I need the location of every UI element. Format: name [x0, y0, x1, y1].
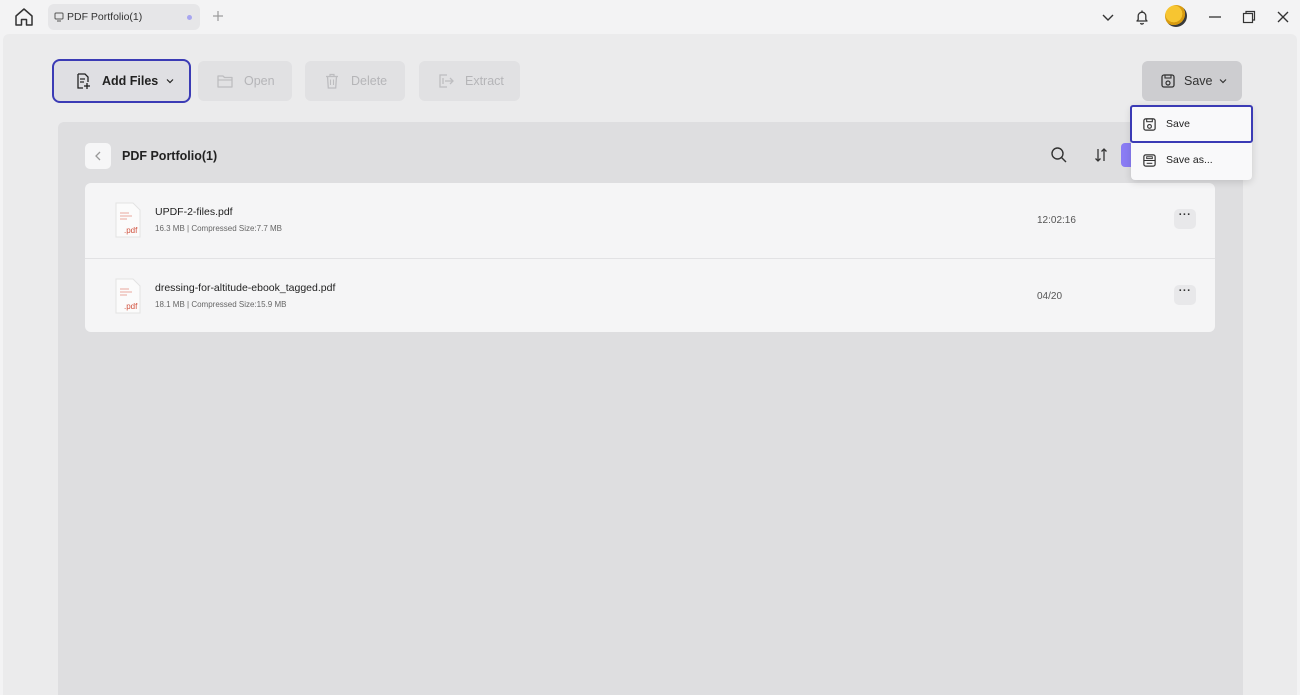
- close-icon[interactable]: [1274, 8, 1292, 26]
- add-file-icon: [74, 72, 92, 90]
- document-icon: [54, 12, 64, 22]
- chevron-left-icon: [95, 151, 101, 161]
- tab-pdf-portfolio[interactable]: PDF Portfolio(1): [48, 4, 200, 30]
- chevron-down-icon: [1219, 77, 1227, 85]
- pdf-file-icon: .pdf: [114, 202, 142, 238]
- folder-icon: [216, 72, 234, 90]
- save-icon: [1142, 117, 1157, 132]
- menu-item-label: Save as...: [1166, 154, 1213, 166]
- svg-text:.pdf: .pdf: [124, 302, 138, 311]
- add-files-label: Add Files: [102, 74, 159, 88]
- extract-label: Extract: [465, 74, 504, 88]
- home-icon[interactable]: [12, 6, 36, 28]
- extract-icon: [437, 72, 455, 90]
- svg-text:.pdf: .pdf: [124, 226, 138, 235]
- menu-item-save-as[interactable]: Save as...: [1131, 142, 1252, 178]
- restore-icon[interactable]: [1240, 8, 1258, 26]
- file-list: .pdf UPDF-2-files.pdf 16.3 MB | Compress…: [85, 183, 1215, 332]
- chevron-down-icon: [166, 77, 174, 85]
- more-options-button[interactable]: ···: [1174, 285, 1196, 305]
- file-date: 04/20: [1037, 291, 1063, 302]
- open-label: Open: [244, 74, 275, 88]
- bell-icon[interactable]: [1133, 8, 1151, 26]
- tab-label: PDF Portfolio(1): [67, 11, 143, 23]
- file-size: 16.3 MB | Compressed Size:7.7 MB: [155, 224, 283, 233]
- search-icon[interactable]: [1050, 146, 1068, 164]
- add-files-button[interactable]: Add Files: [52, 59, 191, 103]
- avatar[interactable]: [1165, 5, 1187, 27]
- save-as-icon: [1142, 153, 1157, 168]
- portfolio-panel: PDF Portfolio(1) .pdf UPDF-2-files.pdf 1…: [58, 122, 1243, 695]
- list-item[interactable]: .pdf dressing-for-altitude-ebook_tagged.…: [85, 258, 1215, 333]
- file-name: UPDF-2-files.pdf: [155, 206, 233, 218]
- open-button[interactable]: Open: [198, 61, 292, 101]
- chevron-down-icon[interactable]: [1099, 8, 1117, 26]
- back-button[interactable]: [85, 143, 111, 169]
- sort-icon[interactable]: [1092, 146, 1110, 164]
- delete-button[interactable]: Delete: [305, 61, 405, 101]
- delete-label: Delete: [351, 74, 388, 88]
- pdf-file-icon: .pdf: [114, 278, 142, 314]
- plus-icon[interactable]: [210, 8, 226, 24]
- save-label: Save: [1184, 74, 1213, 88]
- extract-button[interactable]: Extract: [419, 61, 520, 101]
- more-options-button[interactable]: ···: [1174, 209, 1196, 229]
- file-date: 12:02:16: [1037, 215, 1076, 226]
- file-size: 18.1 MB | Compressed Size:15.9 MB: [155, 300, 287, 309]
- app-area: Add Files Open Delete Extract Save PDF P…: [3, 34, 1297, 695]
- trash-icon: [323, 72, 341, 90]
- minimize-icon[interactable]: [1206, 8, 1224, 26]
- save-button[interactable]: Save: [1142, 61, 1242, 101]
- save-dropdown-menu: Save Save as...: [1130, 105, 1253, 180]
- portfolio-title: PDF Portfolio(1): [122, 149, 218, 163]
- file-name: dressing-for-altitude-ebook_tagged.pdf: [155, 282, 336, 294]
- title-bar: PDF Portfolio(1): [0, 0, 1300, 34]
- menu-item-save[interactable]: Save: [1130, 105, 1253, 143]
- save-icon: [1160, 73, 1176, 89]
- menu-item-label: Save: [1166, 118, 1190, 130]
- list-item[interactable]: .pdf UPDF-2-files.pdf 16.3 MB | Compress…: [85, 183, 1215, 258]
- unsaved-dot: [187, 15, 192, 20]
